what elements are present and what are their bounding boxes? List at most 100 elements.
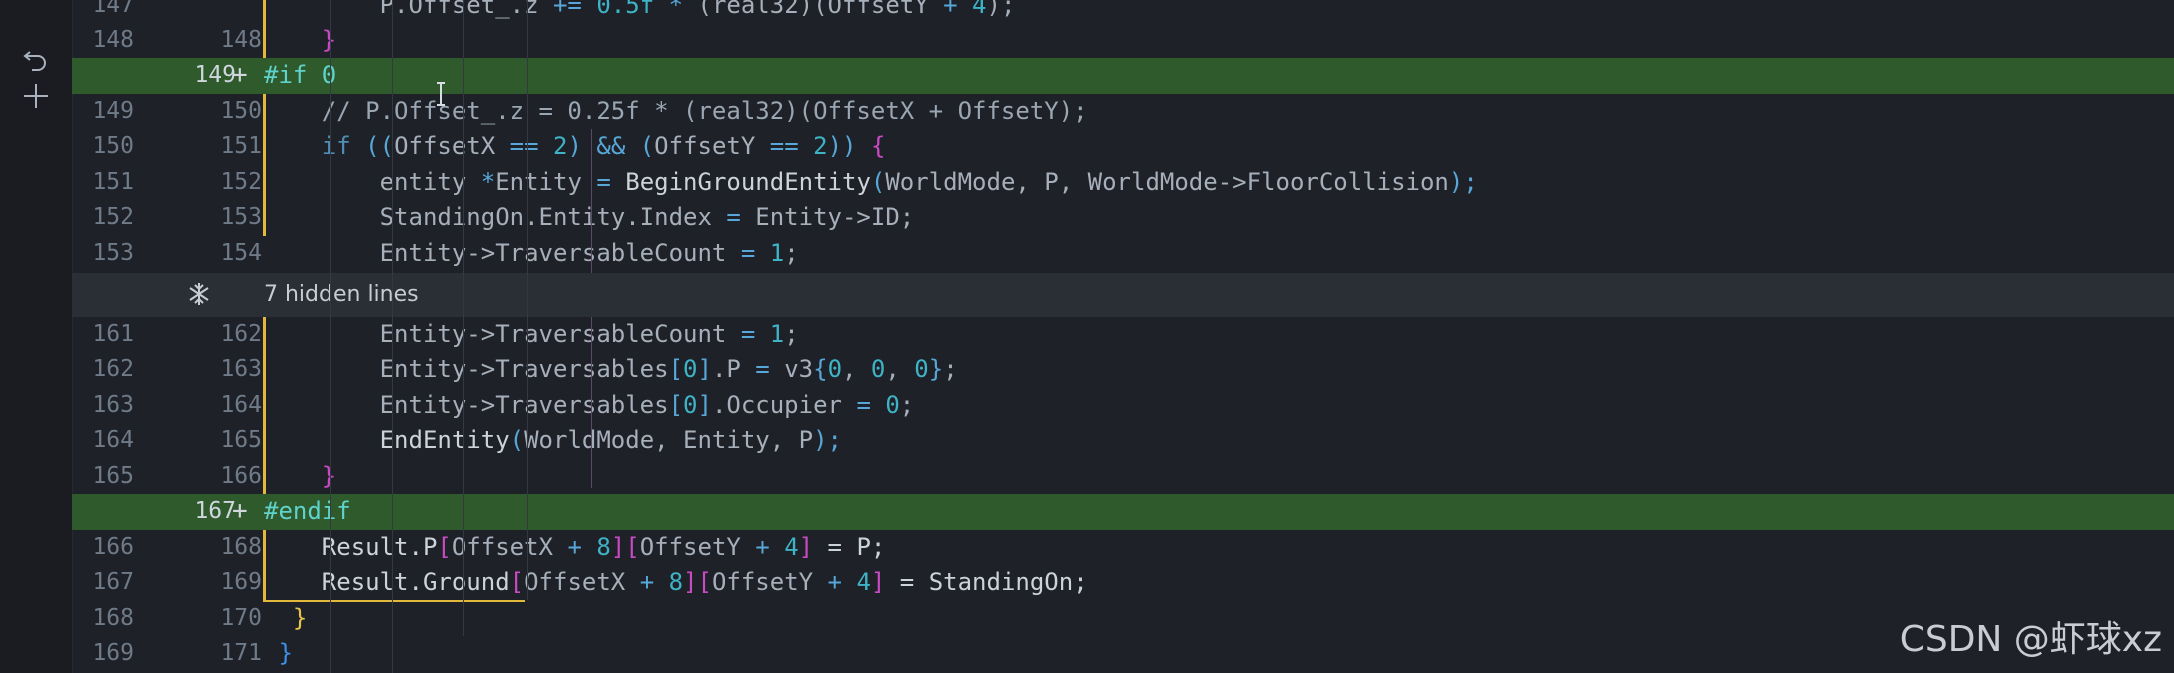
code-token: * (668, 0, 684, 19)
revert-icon[interactable] (18, 44, 54, 80)
code-token: 1 (755, 239, 785, 267)
change-bar (263, 530, 266, 600)
code-token: = StandingOn; (885, 568, 1088, 596)
code-token: Entity->ID; (740, 203, 915, 231)
new-line-number: 154 (220, 240, 262, 266)
code-text: } (264, 601, 307, 637)
code-text: Entity->TraversableCount = 1; (264, 236, 799, 272)
code-token: Entity->Traversables (264, 391, 669, 419)
old-line-number: 147 (92, 0, 134, 18)
code-token: += (552, 0, 582, 19)
old-line-number: 153 (92, 240, 134, 266)
diff-line: 149 150 // P.Offset_.z = 0.25f * (real32)… (72, 94, 2174, 130)
change-bar (263, 317, 266, 494)
new-line-number: 148 (220, 27, 262, 53)
code-token: OffsetX (394, 132, 510, 160)
code-token: + (827, 568, 842, 596)
indent-guide (591, 129, 592, 273)
indent-guide (392, 0, 393, 673)
code-token: P.Offset_.z (264, 0, 553, 19)
indent-guide (463, 0, 464, 636)
code-token: EndEntity (264, 426, 510, 454)
diff-line: 163 164 Entity->Traversables[0].Occupier … (72, 388, 2174, 424)
new-line-number: 149 (194, 62, 236, 88)
code-token: 0 (683, 391, 698, 419)
code-token: // P.Offset_.z = 0.25f * (real32)(Offset… (264, 97, 1088, 125)
code-token: == (509, 132, 539, 160)
code-token: (( (365, 132, 395, 160)
code-token: WorldMode, Entity, P (524, 426, 814, 454)
code-token: Entity->TraversableCount (264, 320, 741, 348)
code-token: [ (437, 533, 452, 561)
code-token: = P; (813, 533, 886, 561)
code-token: [ (668, 355, 684, 383)
code-text: Entity->TraversableCount = 1; (264, 317, 799, 353)
code-token: , (842, 355, 871, 383)
code-token: 4 (957, 0, 987, 19)
code-token: = (740, 239, 756, 267)
code-token: .Occupier (711, 391, 857, 419)
new-line-number: 169 (220, 569, 262, 595)
code-token: } (264, 639, 293, 667)
code-text: StandingOn.Entity.Index = Entity->ID; (264, 200, 915, 236)
code-token: 8 (581, 533, 611, 561)
code-token: 2 (798, 132, 828, 160)
diff-line-added: 149+ #if 0 (72, 58, 2174, 94)
diff-line: 168 170 } (72, 601, 2174, 637)
new-line-number: 167 (194, 498, 236, 524)
code-token: = (726, 203, 741, 231)
code-text: Result.P[OffsetX + 8][OffsetY + 4] = P; (264, 530, 886, 566)
code-text: #if 0 (264, 58, 336, 94)
diff-line: 148 148 } (72, 23, 2174, 59)
code-token: OffsetX (524, 568, 640, 596)
old-line-number: 164 (92, 427, 134, 453)
code-token: 0 (914, 355, 929, 383)
hidden-lines-row[interactable]: 7 hidden lines (72, 273, 2174, 317)
code-token: ( (639, 132, 655, 160)
code-text: #endif (264, 494, 351, 530)
diff-line: 161 162 Entity->TraversableCount = 1; (72, 317, 2174, 353)
code-token: 0 (870, 355, 886, 383)
new-line-number: 168 (220, 534, 262, 560)
code-token: #endif (264, 497, 351, 525)
code-token: 0 (870, 391, 900, 419)
diff-line: 165 166 } (72, 459, 2174, 495)
code-token: OffsetY (639, 533, 756, 561)
code-text: Result.Ground[OffsetX + 8][OffsetY + 4] … (264, 565, 1088, 601)
new-line-number: 171 (220, 640, 262, 666)
old-line-number: 161 (92, 321, 134, 347)
code-token: = (856, 391, 871, 419)
code-token: + (755, 533, 770, 561)
indent-guide (591, 317, 592, 488)
code-token: 0.5f (581, 0, 669, 19)
old-line-number: 149 (92, 98, 134, 124)
added-marker-icon: + (232, 496, 248, 526)
indent-guide (527, 0, 528, 600)
change-bar (263, 94, 266, 236)
new-line-number: 150 (220, 98, 262, 124)
code-token: ); (1448, 168, 1478, 196)
code-text: EndEntity(WorldMode, Entity, P); (264, 423, 842, 459)
code-token: } (264, 462, 337, 490)
diff-editor: 7 hidden lines 147 P.Offset_.z += 0.5f *… (72, 0, 2174, 673)
new-line-number: 163 (220, 356, 262, 382)
indent-guide (330, 0, 331, 673)
new-line-number: 162 (220, 321, 262, 347)
code-token: ] (798, 533, 814, 561)
code-text: entity *Entity = BeginGroundEntity(World… (264, 165, 1478, 201)
add-icon[interactable] (18, 78, 54, 114)
code-token: ); (813, 426, 842, 454)
change-bar-bottom (263, 600, 525, 602)
code-token: } (928, 355, 944, 383)
code-token: ) (567, 132, 582, 160)
new-line-number (172, 0, 262, 24)
diff-line: 166 168 Result.P[OffsetX + 8][OffsetY + 4… (72, 530, 2174, 566)
code-text: // P.Offset_.z = 0.25f * (real32)(Offset… (264, 94, 1088, 130)
code-token: StandingOn.Entity.Index (264, 203, 727, 231)
text-cursor-icon (436, 82, 446, 106)
code-token: v3 (769, 355, 814, 383)
code-token: WorldMode, P, WorldMode->FloorCollision (885, 168, 1449, 196)
new-line-number: 165 (220, 427, 262, 453)
old-line-number: 150 (92, 133, 134, 159)
expand-icon[interactable] (186, 281, 212, 307)
